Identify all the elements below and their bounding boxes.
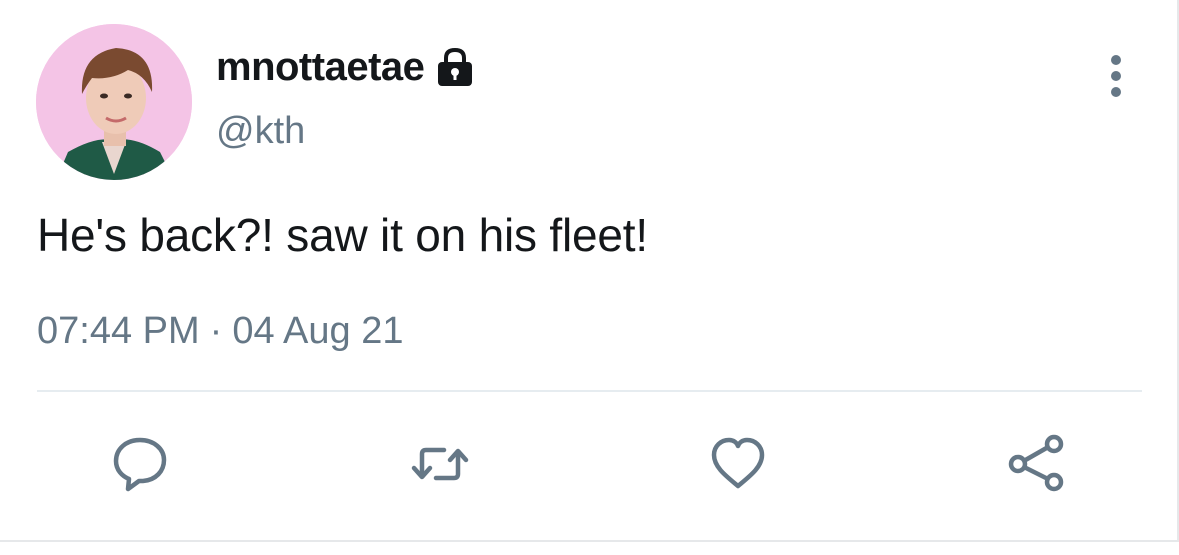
more-vertical-icon[interactable] (1098, 52, 1134, 100)
tweet-time[interactable]: 07:44 PM (37, 310, 200, 353)
tweet-text: He's back?! saw it on his fleet! (37, 209, 648, 261)
heart-icon (711, 437, 765, 489)
tweet-card: mnottaetae @kth He's back?! saw it on hi… (0, 0, 1179, 542)
divider (37, 390, 1142, 392)
tweet-date[interactable]: 04 Aug 21 (232, 310, 403, 353)
lock-icon (434, 46, 476, 88)
display-name-row: mnottaetae (216, 42, 476, 92)
share-icon (1008, 434, 1064, 492)
retweet-button[interactable] (408, 432, 472, 496)
tweet-meta: 07:44 PM · 04 Aug 21 (37, 310, 403, 353)
reply-icon (113, 437, 167, 492)
reply-button[interactable] (108, 432, 172, 496)
like-button[interactable] (706, 432, 770, 496)
meta-separator: · (209, 310, 223, 352)
share-button[interactable] (1004, 432, 1068, 496)
display-name[interactable]: mnottaetae (216, 45, 425, 90)
avatar[interactable] (36, 24, 192, 180)
avatar-image (36, 24, 192, 180)
retweet-icon (411, 447, 469, 481)
user-handle[interactable]: @kth (216, 110, 305, 153)
